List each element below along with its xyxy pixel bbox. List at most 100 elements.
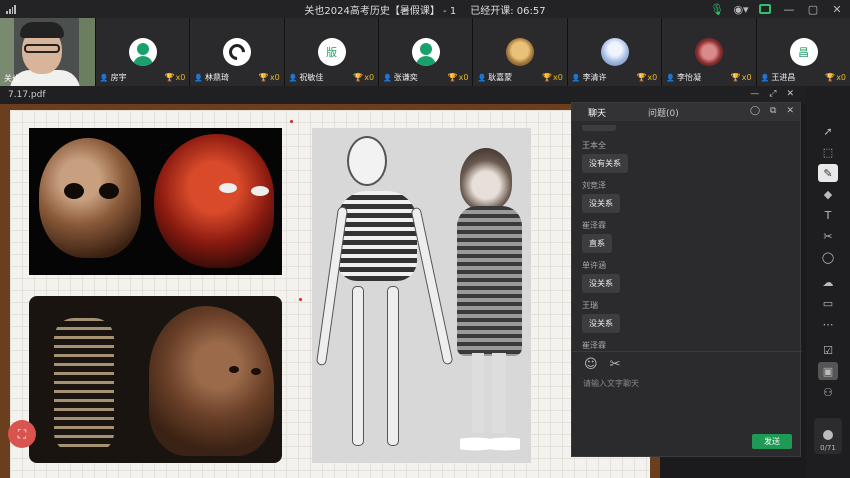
sender-name: 崔泽霖: [582, 221, 606, 230]
avatar: [600, 38, 629, 66]
close-icon[interactable]: ✕: [830, 2, 844, 16]
trophy-icon: 🏆: [825, 73, 836, 82]
toolbox-icon[interactable]: ▭: [818, 294, 838, 312]
person-icon: 👤: [571, 73, 581, 82]
shape-icon[interactable]: ◯: [818, 248, 838, 266]
right-toolbar: ➚ ⬚ ✎ ◆ T ✂ ◯ ☁ ▭ ⋯ ☑ ▣ ⚇ 0/71: [806, 86, 850, 478]
participant-tile[interactable]: 👤 张谦奕 🏆 x0: [378, 18, 473, 86]
participant-tile[interactable]: 👤 房宇 🏆 x0: [94, 18, 190, 86]
cut-off-bubble: [582, 125, 616, 131]
skull-reconstruction-image: [29, 128, 282, 275]
avatar: [506, 38, 535, 66]
avatar: 版: [317, 38, 346, 66]
participant-strip: 关也 👤 房宇 🏆 x0 👤 林鼎琦 🏆 x0 版 👤 祝敏佳 🏆 x0 👤 张…: [0, 18, 850, 86]
message-bubble: 没有关系: [582, 154, 628, 173]
participant-name: 林鼎琦: [205, 73, 229, 82]
chat-message: 单许涵 没关系: [582, 260, 792, 293]
avatar: [223, 38, 252, 66]
user-icon: [823, 430, 833, 440]
participant-name: 王进昌: [771, 73, 796, 82]
person-icon: 👤: [760, 73, 770, 82]
trophy-count: x0: [458, 73, 469, 82]
trophy-count: x0: [175, 73, 186, 82]
record-icon[interactable]: [758, 2, 772, 16]
avatar: [412, 38, 441, 66]
pointer-icon[interactable]: ➚: [818, 122, 838, 140]
chat-panel: — ⤢ ✕ 聊天 问题(0) ◯ ⧉ ✕ 王本全 没有关系 刘竞泽 没关系 崔泽…: [571, 89, 802, 457]
participant-name: 张谦奕: [393, 73, 418, 82]
trophy-count: x0: [269, 73, 280, 82]
participant-name: 李怡凝: [676, 73, 701, 82]
annotation-dot: [299, 298, 302, 301]
minimize-icon[interactable]: —: [750, 89, 759, 101]
avatar: [128, 38, 157, 66]
participant-tile[interactable]: 👤 李清许 🏆 x0: [566, 18, 662, 86]
person-icon: 👤: [194, 73, 203, 82]
trophy-icon: 🏆: [258, 73, 269, 82]
message-bubble: 没关系: [582, 194, 620, 213]
skeleton-and-girl-image: [312, 128, 531, 463]
sender-name: 刘竞泽: [582, 181, 606, 190]
attendance-counter[interactable]: 0/71: [814, 418, 842, 454]
chat-message: 王本全 没有关系: [582, 140, 792, 173]
cloud-icon[interactable]: ☁: [818, 273, 838, 291]
sender-name: 王本全: [582, 141, 606, 150]
trophy-icon: 🏆: [353, 73, 364, 82]
minimize-icon[interactable]: —: [782, 2, 796, 16]
participant-tile[interactable]: 👤 林鼎琦 🏆 x0: [189, 18, 284, 86]
attendance-count: 0/71: [820, 444, 836, 452]
trophy-count: x0: [364, 73, 375, 82]
chat-messages[interactable]: 王本全 没有关系 刘竞泽 没关系 崔泽霖 直系 单许涵 没关系 王瑞 没关系 崔…: [572, 121, 802, 351]
avatar: 昌: [789, 38, 818, 66]
chat-message: 崔泽霖 表心: [582, 340, 792, 351]
trophy-count: x0: [836, 73, 847, 82]
trophy-count: x0: [741, 73, 752, 82]
export-icon[interactable]: ⧉: [770, 106, 776, 116]
edit-icon[interactable]: ☑: [818, 341, 838, 359]
scissors-icon[interactable]: ✂: [818, 227, 838, 245]
participant-tile[interactable]: 👤 李怡凝 🏆 x0: [661, 18, 756, 86]
eraser-icon[interactable]: ◆: [818, 185, 838, 203]
annotation-dot: [290, 120, 293, 123]
scissors-icon[interactable]: ✂: [610, 357, 621, 372]
participant-name: 李清许: [582, 73, 607, 82]
participant-tile[interactable]: 版 👤 祝敏佳 🏆 x0: [283, 18, 379, 86]
text-icon[interactable]: T: [818, 206, 838, 224]
participant-name: 房宇: [110, 73, 127, 82]
chat-icon[interactable]: ▣: [818, 362, 838, 380]
message-bubble: 没关系: [582, 274, 620, 293]
early-hominid-image: [29, 296, 282, 463]
person-icon: 👤: [383, 73, 392, 82]
pdf-icon[interactable]: ⛶: [8, 420, 36, 448]
trophy-icon: 🏆: [447, 73, 458, 82]
participant-name: 祝敏佳: [299, 73, 324, 82]
tab-chat[interactable]: 聊天: [578, 106, 616, 119]
chat-message: 王瑞 没关系: [582, 300, 792, 333]
person-icon: 👤: [288, 73, 298, 82]
maximize-icon[interactable]: ▢: [806, 2, 820, 16]
speech-bubble-icon[interactable]: ◯: [750, 106, 760, 116]
teacher-video[interactable]: 关也: [0, 18, 95, 86]
chat-message: 崔泽霖 直系: [582, 220, 792, 253]
participant-tile[interactable]: 昌 👤 王进昌 🏆 x0: [755, 18, 850, 86]
laser-icon[interactable]: ⋯: [818, 315, 838, 333]
close-icon[interactable]: ✕: [786, 106, 794, 116]
pen-icon[interactable]: ✎: [818, 164, 838, 182]
chat-input[interactable]: [583, 376, 788, 390]
sender-name: 单许涵: [582, 261, 606, 270]
message-bubble: 没关系: [582, 314, 620, 333]
participant-tile[interactable]: 👤 耿嘉蒙 🏆 x0: [472, 18, 567, 86]
select-icon[interactable]: ⬚: [818, 143, 838, 161]
tab-questions[interactable]: 问题(0): [638, 106, 689, 119]
users-icon[interactable]: ⚇: [818, 383, 838, 401]
emoji-icon[interactable]: ☺: [584, 357, 598, 372]
title-bar: 关也2024高考历史【暑假课】 - 1 已经开课: 06:57 🎙 ◉▾ — ▢…: [0, 0, 850, 18]
person-icon: 👤: [666, 73, 675, 82]
close-icon[interactable]: ✕: [786, 89, 794, 101]
person-icon: 👤: [477, 73, 487, 82]
send-button[interactable]: 发送: [752, 434, 792, 449]
mic-icon[interactable]: 🎙: [710, 2, 724, 16]
camera-icon[interactable]: ◉▾: [733, 2, 748, 16]
expand-icon[interactable]: ⤢: [769, 89, 776, 101]
teacher-name: 关也: [4, 74, 20, 83]
